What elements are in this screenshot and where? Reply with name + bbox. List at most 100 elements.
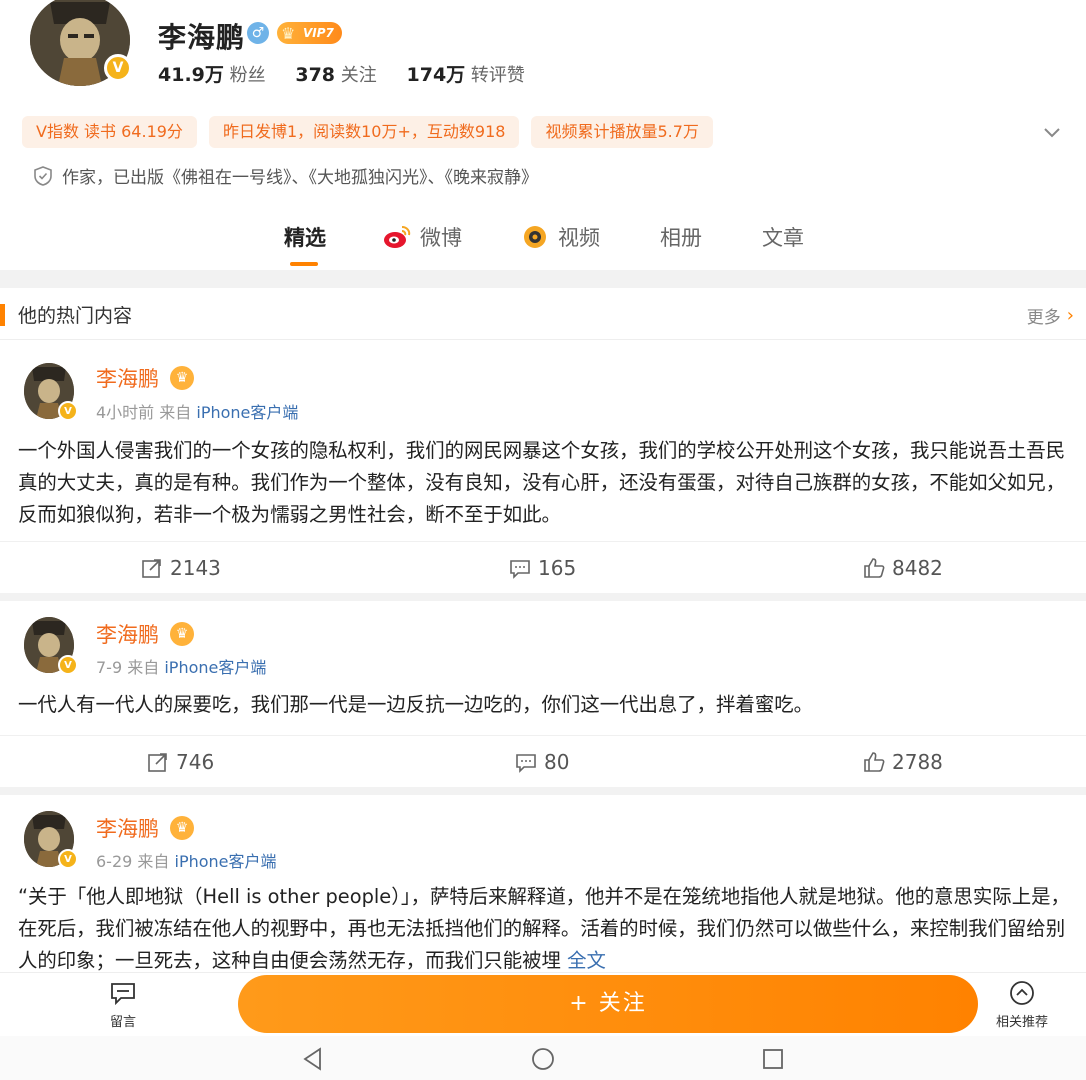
active-tab-indicator bbox=[290, 262, 318, 266]
tab-video-label: 视频 bbox=[558, 226, 600, 250]
profile-header: V 李海鹏 ♂ ♛ VIP7 41.9万 粉丝 378 关注 174万 转评赞 … bbox=[0, 0, 1086, 268]
recents-square-icon[interactable] bbox=[760, 1046, 786, 1072]
repost-button[interactable]: 746 bbox=[146, 750, 214, 774]
vip-badge[interactable]: ♛ VIP7 bbox=[277, 22, 342, 44]
male-gender-icon: ♂ bbox=[247, 22, 269, 44]
verified-badge-icon: V bbox=[58, 655, 78, 675]
like-count: 8482 bbox=[892, 556, 943, 580]
repost-button[interactable]: 2143 bbox=[140, 556, 221, 580]
fans-count: 41.9万 bbox=[158, 64, 224, 86]
tab-articles-label: 文章 bbox=[762, 226, 804, 250]
comment-icon bbox=[516, 754, 536, 773]
crown-icon: ♛ bbox=[170, 366, 194, 390]
post-card[interactable]: V 李海鹏 ♛ 6-29 来自 iPhone客户端 “关于「他人即地狱（Hell… bbox=[0, 795, 1086, 972]
bottom-action-bar: 留言 + 关注 相关推荐 bbox=[0, 972, 1086, 1036]
profile-chips: V指数 读书 64.19分 昨日发博1，阅读数10万+，互动数918 视频累计播… bbox=[22, 116, 713, 148]
message-icon bbox=[111, 983, 135, 1006]
following-stat[interactable]: 378 关注 bbox=[295, 64, 376, 86]
repost-icon bbox=[148, 753, 167, 772]
weibo-icon bbox=[384, 226, 411, 248]
like-count: 2788 bbox=[892, 750, 943, 774]
verification-row: 作家，已出版《佛祖在一号线》、《大地孤独闪光》、《晚来寂静》 bbox=[32, 163, 538, 188]
post-source[interactable]: iPhone客户端 bbox=[196, 403, 298, 422]
tab-album[interactable]: 相册 bbox=[660, 222, 702, 252]
post-from: 来自 bbox=[127, 658, 160, 677]
message-button[interactable]: 留言 bbox=[100, 979, 146, 1030]
post-author[interactable]: 李海鹏 bbox=[96, 363, 159, 393]
chip-yesterday-stats[interactable]: 昨日发博1，阅读数10万+，互动数918 bbox=[208, 116, 520, 148]
profile-stats: 41.9万 粉丝 378 关注 174万 转评赞 bbox=[158, 60, 525, 87]
chip-v-index[interactable]: V指数 读书 64.19分 bbox=[22, 116, 197, 148]
verified-badge-icon: V bbox=[58, 401, 78, 421]
thumbs-up-icon bbox=[864, 752, 885, 772]
comment-count: 165 bbox=[538, 556, 577, 580]
vip-label: VIP7 bbox=[303, 26, 334, 40]
back-triangle-icon[interactable] bbox=[300, 1046, 326, 1072]
system-nav-bar bbox=[0, 1036, 1086, 1080]
chip-video-plays[interactable]: 视频累计播放量5.7万 bbox=[531, 116, 713, 148]
post-card[interactable]: V 李海鹏 ♛ 7-9 来自 iPhone客户端 一代人有一代人的屎要吃，我们那… bbox=[0, 601, 1086, 787]
post-text[interactable]: 一个外国人侵害我们的一个女孩的隐私权利，我们的网民网暴这个女孩，我们的学校公开处… bbox=[18, 435, 1070, 531]
comment-button[interactable]: 80 bbox=[514, 750, 569, 774]
home-circle-icon[interactable] bbox=[530, 1046, 556, 1072]
post-actions: 746 80 2788 bbox=[0, 735, 1086, 791]
thumbs-up-icon bbox=[864, 558, 885, 578]
repost-count: 746 bbox=[176, 750, 215, 774]
following-count: 378 bbox=[295, 64, 336, 86]
like-button[interactable]: 2788 bbox=[862, 750, 943, 774]
post-meta: 4小时前 来自 iPhone客户端 bbox=[96, 399, 298, 423]
chevron-right-icon: › bbox=[1066, 305, 1074, 326]
tab-weibo-label: 微博 bbox=[420, 226, 462, 250]
related-recommend-button[interactable]: 相关推荐 bbox=[990, 979, 1054, 1030]
post-meta: 6-29 来自 iPhone客户端 bbox=[96, 848, 277, 872]
post-actions: 2143 165 8482 bbox=[0, 541, 1086, 597]
comment-count: 80 bbox=[544, 750, 570, 774]
section-accent-bar bbox=[0, 304, 5, 326]
like-button[interactable]: 8482 bbox=[862, 556, 943, 580]
vip-crown-icon: ♛ bbox=[281, 24, 296, 43]
full-text-link[interactable]: 全文 bbox=[567, 949, 606, 972]
post-text[interactable]: “关于「他人即地狱（Hell is other people）」，萨特后来解释道… bbox=[18, 881, 1070, 972]
repost-count: 2143 bbox=[170, 556, 221, 580]
profile-name: 李海鹏 bbox=[158, 21, 246, 54]
post-time: 4小时前 bbox=[96, 403, 155, 422]
post-divider bbox=[0, 593, 1086, 601]
tab-featured[interactable]: 精选 bbox=[284, 222, 326, 252]
fans-stat[interactable]: 41.9万 粉丝 bbox=[158, 64, 266, 86]
video-icon bbox=[524, 226, 546, 248]
post-card[interactable]: V 李海鹏 ♛ 4小时前 来自 iPhone客户端 一个外国人侵害我们的一个女孩… bbox=[0, 341, 1086, 593]
comment-button[interactable]: 165 bbox=[508, 556, 576, 580]
fans-label: 粉丝 bbox=[229, 65, 266, 86]
tab-weibo[interactable]: 微博 bbox=[382, 222, 462, 252]
crown-icon: ♛ bbox=[170, 816, 194, 840]
tab-featured-label: 精选 bbox=[284, 226, 326, 250]
hot-content-header: 他的热门内容 更多 › bbox=[0, 288, 1086, 340]
tab-video[interactable]: 视频 bbox=[520, 222, 600, 252]
post-source[interactable]: iPhone客户端 bbox=[175, 852, 277, 871]
post-from: 来自 bbox=[137, 852, 170, 871]
post-from: 来自 bbox=[159, 403, 192, 422]
post-text-body: “关于「他人即地狱（Hell is other people）」，萨特后来解释道… bbox=[18, 885, 1070, 972]
more-link[interactable]: 更多 › bbox=[1027, 303, 1074, 328]
post-author[interactable]: 李海鹏 bbox=[96, 813, 159, 843]
follow-button[interactable]: + 关注 bbox=[238, 975, 978, 1033]
post-author[interactable]: 李海鹏 bbox=[96, 619, 159, 649]
tab-articles[interactable]: 文章 bbox=[762, 222, 804, 252]
interactions-label: 转评赞 bbox=[470, 65, 525, 86]
post-source[interactable]: iPhone客户端 bbox=[164, 658, 266, 677]
chevron-down-icon[interactable] bbox=[1042, 122, 1062, 142]
repost-icon bbox=[142, 559, 161, 578]
related-label: 相关推荐 bbox=[995, 1015, 1048, 1030]
section-divider bbox=[0, 270, 1086, 288]
verification-text: 作家，已出版《佛祖在一号线》、《大地孤独闪光》、《晚来寂静》 bbox=[62, 168, 538, 188]
crown-icon: ♛ bbox=[170, 622, 194, 646]
interactions-stat[interactable]: 174万 转评赞 bbox=[407, 64, 525, 86]
post-divider bbox=[0, 787, 1086, 795]
comment-icon bbox=[510, 560, 530, 579]
profile-tabs: 精选 微博 视频 相册 文章 bbox=[0, 222, 1086, 268]
chevron-up-circle-icon bbox=[1010, 981, 1034, 1005]
post-text[interactable]: 一代人有一代人的屎要吃，我们那一代是一边反抗一边吃的，你们这一代出息了，拌着蜜吃… bbox=[18, 689, 1070, 721]
more-label: 更多 bbox=[1026, 308, 1061, 328]
verified-badge-icon: V bbox=[104, 54, 132, 82]
post-meta: 7-9 来自 iPhone客户端 bbox=[96, 654, 266, 678]
